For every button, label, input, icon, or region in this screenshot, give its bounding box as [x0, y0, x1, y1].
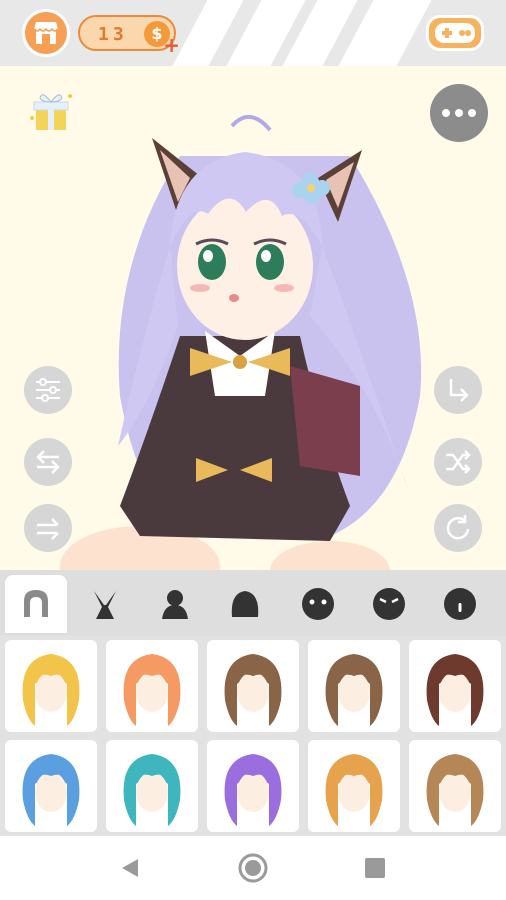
tab-body[interactable] [144, 575, 206, 633]
redo-button[interactable] [434, 504, 482, 552]
recents-icon[interactable] [363, 856, 387, 880]
home-icon[interactable] [237, 852, 269, 884]
tab-brows[interactable] [358, 575, 420, 633]
hair-style-thumbnail [224, 654, 282, 726]
flip-button[interactable] [24, 504, 72, 552]
bunny-ears-icon [94, 591, 116, 619]
shop-icon [33, 22, 59, 44]
hair-style-item[interactable] [106, 640, 198, 732]
gift-icon[interactable] [28, 88, 74, 134]
eyes-face-icon [302, 588, 334, 620]
hair-style-thumbnail [224, 754, 282, 826]
hair-style-item[interactable] [5, 640, 97, 732]
hair-style-item[interactable] [5, 740, 97, 832]
top-bar: 13 $ + [0, 0, 506, 66]
more-options-button[interactable] [430, 84, 488, 142]
tab-ears[interactable] [74, 575, 136, 633]
tab-mouth[interactable] [429, 575, 491, 633]
head-shape-icon [231, 591, 259, 617]
swap-arrows-icon [36, 450, 60, 474]
tab-head[interactable] [214, 575, 276, 633]
coin-count: 13 [98, 24, 128, 45]
redo-icon [446, 515, 470, 540]
coin-counter[interactable]: 13 $ + [78, 15, 180, 57]
hair-style-item[interactable] [207, 740, 299, 832]
export-button[interactable] [434, 366, 482, 414]
hair-style-item[interactable] [409, 740, 501, 832]
body-silhouette-icon [162, 590, 188, 619]
tab-hair[interactable] [5, 575, 67, 633]
games-button[interactable] [426, 15, 484, 51]
hair-style-thumbnail [325, 754, 383, 826]
hair-style-thumbnail [325, 654, 383, 726]
hair-style-thumbnail [123, 654, 181, 726]
shop-button[interactable] [22, 9, 70, 57]
hair-style-thumbnail [426, 754, 484, 826]
shuffle-button[interactable] [434, 438, 482, 486]
hair-style-thumbnail [22, 654, 80, 726]
dot [455, 109, 463, 117]
shuffle-icon [446, 450, 471, 474]
hair-style-item[interactable] [409, 640, 501, 732]
decor-stripe [338, 0, 432, 66]
hair-grid [0, 636, 506, 836]
hair-style-thumbnail [22, 754, 80, 826]
export-icon [449, 379, 469, 402]
android-nav-bar [0, 836, 506, 900]
adjust-button[interactable] [24, 366, 72, 414]
character-canvas[interactable] [0, 66, 506, 570]
mouth-face-icon [444, 588, 476, 620]
dot [468, 109, 476, 117]
hair-style-item[interactable] [106, 740, 198, 832]
category-tabs [0, 570, 506, 636]
hair-style-thumbnail [123, 754, 181, 826]
adjust-sliders-icon [36, 378, 60, 402]
back-icon[interactable] [118, 856, 142, 880]
gamepad-icon [435, 23, 475, 43]
hair-icon [24, 590, 48, 617]
hair-style-thumbnail [426, 654, 484, 726]
tab-eyes[interactable] [287, 575, 349, 633]
hair-style-item[interactable] [308, 640, 400, 732]
swap-button[interactable] [24, 438, 72, 486]
flip-arrows-icon [37, 518, 59, 540]
hair-style-item[interactable] [207, 640, 299, 732]
anime-girl-character [60, 115, 422, 570]
dot [442, 109, 450, 117]
hair-style-item[interactable] [308, 740, 400, 832]
angry-face-icon [373, 588, 405, 620]
add-coins-icon[interactable]: + [163, 33, 180, 57]
